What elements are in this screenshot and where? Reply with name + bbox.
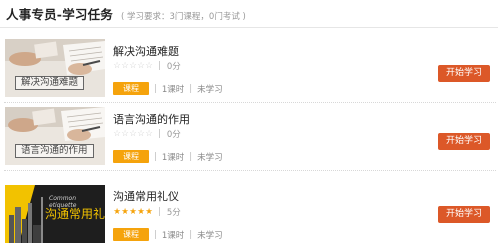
course-hours: 1课时 [161, 84, 185, 95]
star-icon: ☆ [137, 61, 145, 71]
separator: | [189, 151, 193, 162]
page-title: 人事专员-学习任务 [6, 7, 113, 22]
course-hours: 1课时 [161, 230, 185, 241]
star-rating: ★ ★ ★ ★ ★ [113, 207, 153, 217]
start-learning-button[interactable]: 开始学习 [438, 206, 490, 223]
separator: | [158, 61, 161, 71]
star-icon: ☆ [121, 129, 129, 139]
course-title[interactable]: 沟通常用礼仪 [113, 188, 179, 204]
learning-requirement: ( 学习要求：3门课程，0门考试 ) [121, 12, 246, 22]
star-icon: ☆ [145, 61, 153, 71]
header-divider [0, 27, 498, 28]
course-status: 未学习 [197, 152, 223, 163]
course-type-badge: 课程 [113, 228, 149, 241]
separator: | [154, 151, 157, 162]
star-icon: ☆ [137, 129, 145, 139]
star-icon: ☆ [145, 129, 153, 139]
separator: | [158, 129, 161, 139]
star-icon: ☆ [121, 61, 129, 71]
separator: | [189, 229, 193, 240]
row-divider [4, 170, 496, 171]
course-thumbnail[interactable]: 语言沟通的作用 [5, 107, 105, 165]
start-learning-button[interactable]: 开始学习 [438, 65, 490, 82]
thumbnail-label: 语言沟通的作用 [15, 144, 94, 158]
course-hours: 1课时 [161, 152, 185, 163]
course-score: 5分 [166, 208, 181, 218]
star-icon: ☆ [129, 129, 137, 139]
star-icon: ☆ [129, 61, 137, 71]
star-icon: ☆ [113, 61, 121, 71]
star-icon: ★ [121, 207, 129, 217]
course-meta: 课程 | 1课时 | 未学习 [113, 150, 223, 163]
course-item: Common etiquette 沟通常用礼仪 沟通常用礼仪 ★ ★ ★ ★ ★… [0, 176, 498, 244]
course-meta: 课程 | 1课时 | 未学习 [113, 82, 223, 95]
start-learning-button[interactable]: 开始学习 [438, 133, 490, 150]
separator: | [154, 229, 157, 240]
thumbnail-label: 沟通常用礼仪 [45, 207, 105, 221]
star-rating: ☆ ☆ ☆ ☆ ☆ [113, 61, 153, 71]
course-title[interactable]: 语言沟通的作用 [113, 111, 190, 127]
course-rating: ☆ ☆ ☆ ☆ ☆ | 0分 [113, 60, 181, 72]
star-icon: ★ [137, 207, 145, 217]
page-header: 人事专员-学习任务 ( 学习要求：3门课程，0门考试 ) [6, 4, 246, 22]
course-type-badge: 课程 [113, 82, 149, 95]
course-meta: 课程 | 1课时 | 未学习 [113, 228, 223, 241]
star-icon: ★ [145, 207, 153, 217]
separator: | [189, 83, 193, 94]
separator: | [158, 207, 161, 217]
thumbnail-label: 解决沟通难题 [15, 76, 85, 90]
star-icon: ★ [129, 207, 137, 217]
course-status: 未学习 [197, 230, 223, 241]
course-rating: ★ ★ ★ ★ ★ | 5分 [113, 206, 181, 218]
course-thumbnail[interactable]: Common etiquette 沟通常用礼仪 [5, 185, 105, 243]
course-thumbnail[interactable]: 解决沟通难题 [5, 39, 105, 97]
course-score: 0分 [166, 62, 181, 72]
course-title[interactable]: 解决沟通难题 [113, 43, 179, 59]
course-type-badge: 课程 [113, 150, 149, 163]
course-rating: ☆ ☆ ☆ ☆ ☆ | 0分 [113, 128, 181, 140]
separator: | [154, 83, 157, 94]
star-icon: ☆ [113, 129, 121, 139]
course-status: 未学习 [197, 84, 223, 95]
course-item: 语言沟通的作用 语言沟通的作用 ☆ ☆ ☆ ☆ ☆ | 0分 课程 | 1课时 … [0, 103, 498, 171]
star-icon: ★ [113, 207, 121, 217]
course-score: 0分 [166, 130, 181, 140]
star-rating: ☆ ☆ ☆ ☆ ☆ [113, 129, 153, 139]
course-item: 解决沟通难题 解决沟通难题 ☆ ☆ ☆ ☆ ☆ | 0分 课程 | 1课时 | … [0, 35, 498, 103]
